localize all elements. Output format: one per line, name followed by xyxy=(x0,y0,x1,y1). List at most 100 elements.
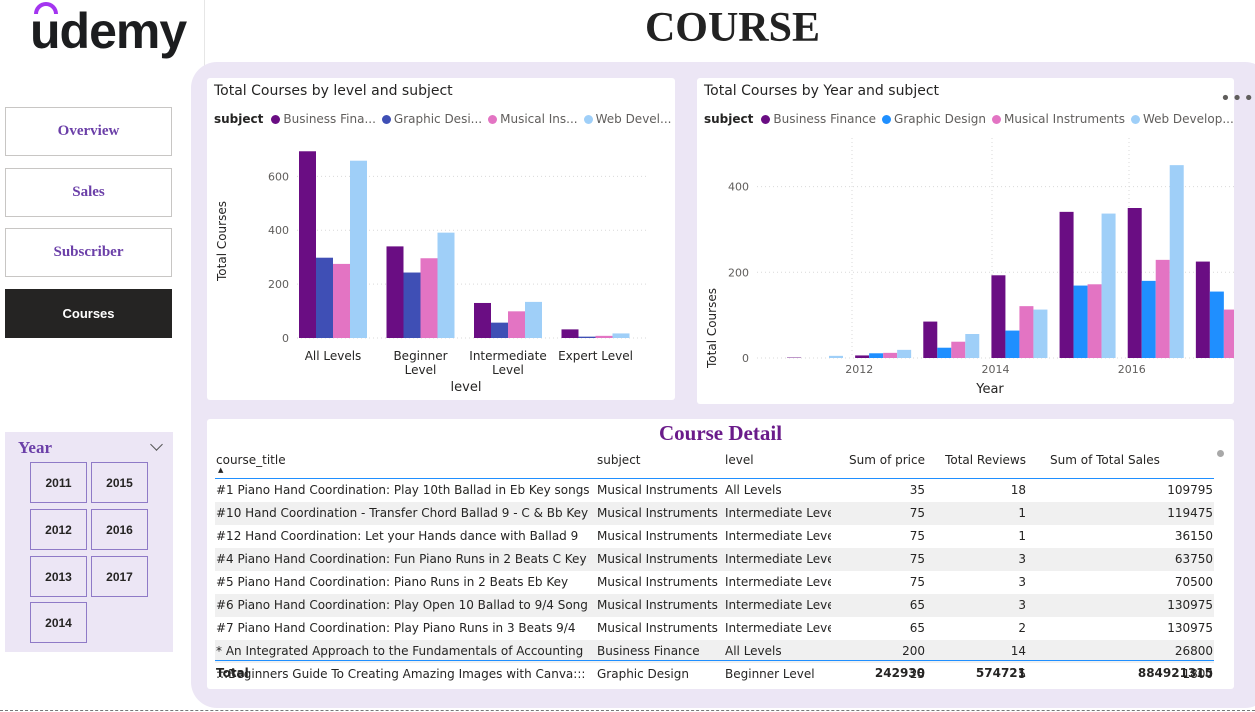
table-row[interactable]: #12 Hand Coordination: Let your Hands da… xyxy=(215,525,1214,548)
table-cell: #7 Piano Hand Coordination: Play Piano R… xyxy=(216,621,576,635)
table-row[interactable]: #5 Piano Hand Coordination: Piano Runs i… xyxy=(215,571,1214,594)
bar xyxy=(855,355,870,358)
bar xyxy=(991,275,1006,358)
table-cell: 3 xyxy=(1018,575,1026,589)
bar xyxy=(1073,285,1088,358)
year-option-2013[interactable]: 2013 xyxy=(30,556,87,597)
bar xyxy=(1101,213,1116,358)
table-row[interactable]: #6 Piano Hand Coordination: Play Open 10… xyxy=(215,593,1214,617)
bar xyxy=(420,258,438,338)
sort-ascending-icon: ▲ xyxy=(218,466,224,474)
table-cell: 18 xyxy=(1010,483,1026,497)
bar xyxy=(508,311,525,338)
bar xyxy=(897,349,912,358)
bar xyxy=(1005,330,1020,358)
table-cell: 119475 xyxy=(1167,506,1213,520)
nav-courses-button[interactable]: Courses xyxy=(5,289,172,338)
year-slicer-title: Year xyxy=(18,438,52,457)
bar xyxy=(561,329,579,338)
column-header[interactable]: subject xyxy=(596,452,724,478)
bar xyxy=(333,263,350,338)
table-cell: Intermediate Level xyxy=(725,575,831,589)
table-row[interactable]: #7 Piano Hand Coordination: Play Piano R… xyxy=(215,617,1214,640)
nav-overview-button[interactable]: Overview xyxy=(5,107,172,156)
x-tick-label: Expert Level xyxy=(558,349,633,363)
x-axis-title: level xyxy=(451,380,482,395)
bar xyxy=(883,352,898,358)
y-tick-label: 400 xyxy=(268,224,289,237)
y-axis-title: Total Courses xyxy=(215,201,229,282)
bar xyxy=(1019,306,1034,358)
bar xyxy=(1223,309,1234,358)
column-header[interactable]: level xyxy=(724,452,831,478)
table-cell: 35 xyxy=(909,483,925,497)
more-options-icon[interactable]: ••• xyxy=(1220,88,1255,109)
total-price: 242930 xyxy=(874,666,925,680)
bar xyxy=(869,353,884,358)
bar xyxy=(1169,165,1184,358)
year-option-2014[interactable]: 2014 xyxy=(30,602,87,643)
chart-level-card: Total Courses by level and subject subje… xyxy=(207,78,675,400)
bar xyxy=(923,321,938,358)
table-row[interactable]: #4 Piano Hand Coordination: Fun Piano Ru… xyxy=(215,547,1214,571)
column-header[interactable]: course_title ▲ xyxy=(215,452,596,478)
table-cell: Musical Instruments xyxy=(597,506,718,520)
udemy-logo: udemy xyxy=(30,2,187,59)
bar xyxy=(491,322,508,338)
table-cell: 75 xyxy=(909,506,925,520)
scrollbar-thumb[interactable] xyxy=(1217,450,1224,457)
bar xyxy=(937,347,952,358)
x-tick-label: Level xyxy=(405,363,437,377)
bar xyxy=(386,246,404,338)
column-header[interactable]: Sum of Total Sales xyxy=(1034,452,1214,478)
bar xyxy=(965,334,980,358)
bar xyxy=(1195,261,1210,358)
chart-level-plot: 0200400600All Levels BeginnerLevelInterme… xyxy=(215,151,647,395)
table-cell: Musical Instruments xyxy=(597,483,718,497)
total-divider xyxy=(215,660,1214,661)
column-header[interactable]: Sum of price xyxy=(831,452,926,478)
table-row[interactable]: #1 Piano Hand Coordination: Play 10th Ba… xyxy=(215,478,1214,502)
year-option-2016[interactable]: 2016 xyxy=(91,509,148,550)
table-cell: Musical Instruments xyxy=(597,529,718,543)
table-cell: #4 Piano Hand Coordination: Fun Piano Ru… xyxy=(216,552,587,566)
bar xyxy=(1059,211,1074,358)
y-tick-label: 0 xyxy=(742,352,749,365)
x-tick-label: Intermediate xyxy=(469,349,546,363)
x-tick-label: 2016 xyxy=(1118,363,1146,376)
x-tick-label: 2012 xyxy=(845,363,873,376)
nav-sales-button[interactable]: Sales xyxy=(5,168,172,217)
column-header[interactable]: Total Reviews xyxy=(926,452,1034,478)
table-cell: Intermediate Level xyxy=(725,598,831,612)
bar xyxy=(1141,280,1156,358)
y-tick-label: 600 xyxy=(268,170,289,183)
bar xyxy=(951,341,966,358)
chevron-down-icon[interactable] xyxy=(150,438,163,451)
table-row[interactable]: #10 Hand Coordination - Transfer Chord B… xyxy=(215,501,1214,525)
table-cell: Intermediate Level xyxy=(725,552,831,566)
table-cell: 65 xyxy=(909,598,925,612)
table-cell: 63750 xyxy=(1174,552,1213,566)
year-option-2012[interactable]: 2012 xyxy=(30,509,87,550)
y-tick-label: 0 xyxy=(282,332,289,345)
table-cell: Intermediate Level xyxy=(725,506,831,520)
table-total-row: Total 242930 574721 884921315 xyxy=(215,663,1214,683)
total-reviews: 574721 xyxy=(975,666,1026,680)
bar xyxy=(403,272,421,338)
chart-year-plot: 0 200 400 2012 2014 2016 Year Total Courses xyxy=(705,138,1234,397)
bar xyxy=(437,232,455,338)
table-cell: Intermediate Level xyxy=(725,529,831,543)
year-option-2011[interactable]: 2011 xyxy=(30,462,87,503)
x-tick-label: Beginner xyxy=(393,349,447,363)
total-label: Total xyxy=(216,666,249,680)
table-cell: 109795 xyxy=(1167,483,1213,497)
bar xyxy=(1209,291,1224,358)
year-option-2015[interactable]: 2015 xyxy=(91,462,148,503)
nav-subscriber-button[interactable]: Subscriber xyxy=(5,228,172,277)
x-axis-title: Year xyxy=(975,382,1004,397)
table-cell: All Levels xyxy=(725,483,782,497)
page-bottom-border xyxy=(0,710,1255,711)
bar xyxy=(299,151,316,338)
table-header-row: course_title ▲ subject level Sum of price… xyxy=(215,452,1214,478)
year-option-2017[interactable]: 2017 xyxy=(91,556,148,597)
